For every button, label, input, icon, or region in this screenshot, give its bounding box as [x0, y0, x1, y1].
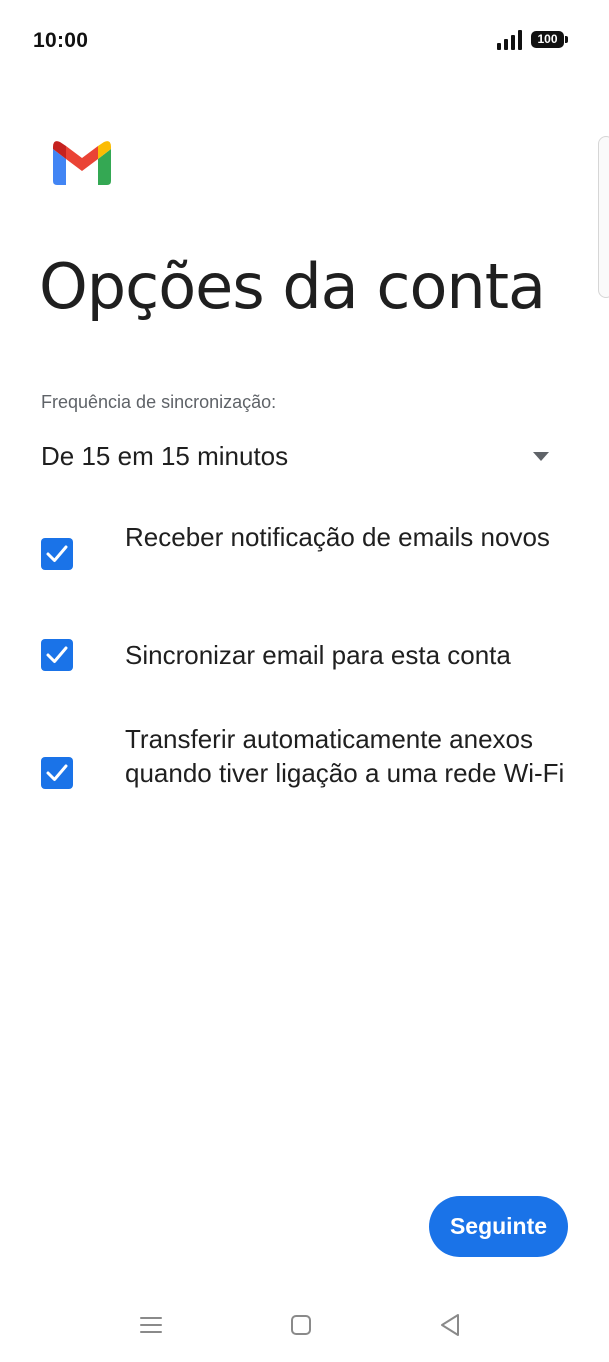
- menu-icon[interactable]: [136, 1310, 166, 1340]
- checkbox-sync-email[interactable]: [41, 639, 73, 671]
- checkbox-auto-download-attachments[interactable]: [41, 757, 73, 789]
- option-label: Sincronizar email para esta conta: [125, 640, 511, 670]
- option-new-email-notification[interactable]: Receber notificação de emails novos: [41, 520, 571, 590]
- battery-icon: 100: [531, 30, 571, 50]
- check-icon: [46, 545, 68, 562]
- option-sync-email[interactable]: Sincronizar email para esta conta: [41, 638, 571, 678]
- check-icon: [46, 764, 68, 781]
- navigation-bar: [0, 1290, 609, 1362]
- page-title: Opções da conta: [39, 250, 546, 323]
- status-bar: 10:00 100: [0, 0, 609, 80]
- battery-level: 100: [537, 32, 558, 46]
- next-button[interactable]: Seguinte: [429, 1196, 568, 1257]
- signal-icon: [497, 30, 522, 50]
- sync-frequency-select[interactable]: De 15 em 15 minutos: [41, 430, 561, 486]
- scroll-indicator: [598, 136, 609, 298]
- option-label: Transferir automaticamente anexos quando…: [125, 724, 565, 788]
- option-label: Receber notificação de emails novos: [125, 522, 550, 552]
- option-auto-download-attachments[interactable]: Transferir automaticamente anexos quando…: [41, 722, 571, 826]
- dropdown-arrow-icon: [533, 452, 549, 461]
- home-icon[interactable]: [286, 1310, 316, 1340]
- status-time: 10:00: [33, 29, 89, 52]
- check-icon: [46, 646, 68, 663]
- gmail-logo: [53, 141, 111, 185]
- back-icon[interactable]: [436, 1310, 466, 1340]
- sync-frequency-value: De 15 em 15 minutos: [41, 441, 289, 471]
- sync-frequency-label: Frequência de sincronização:: [41, 392, 277, 412]
- checkbox-new-email-notification[interactable]: [41, 538, 73, 570]
